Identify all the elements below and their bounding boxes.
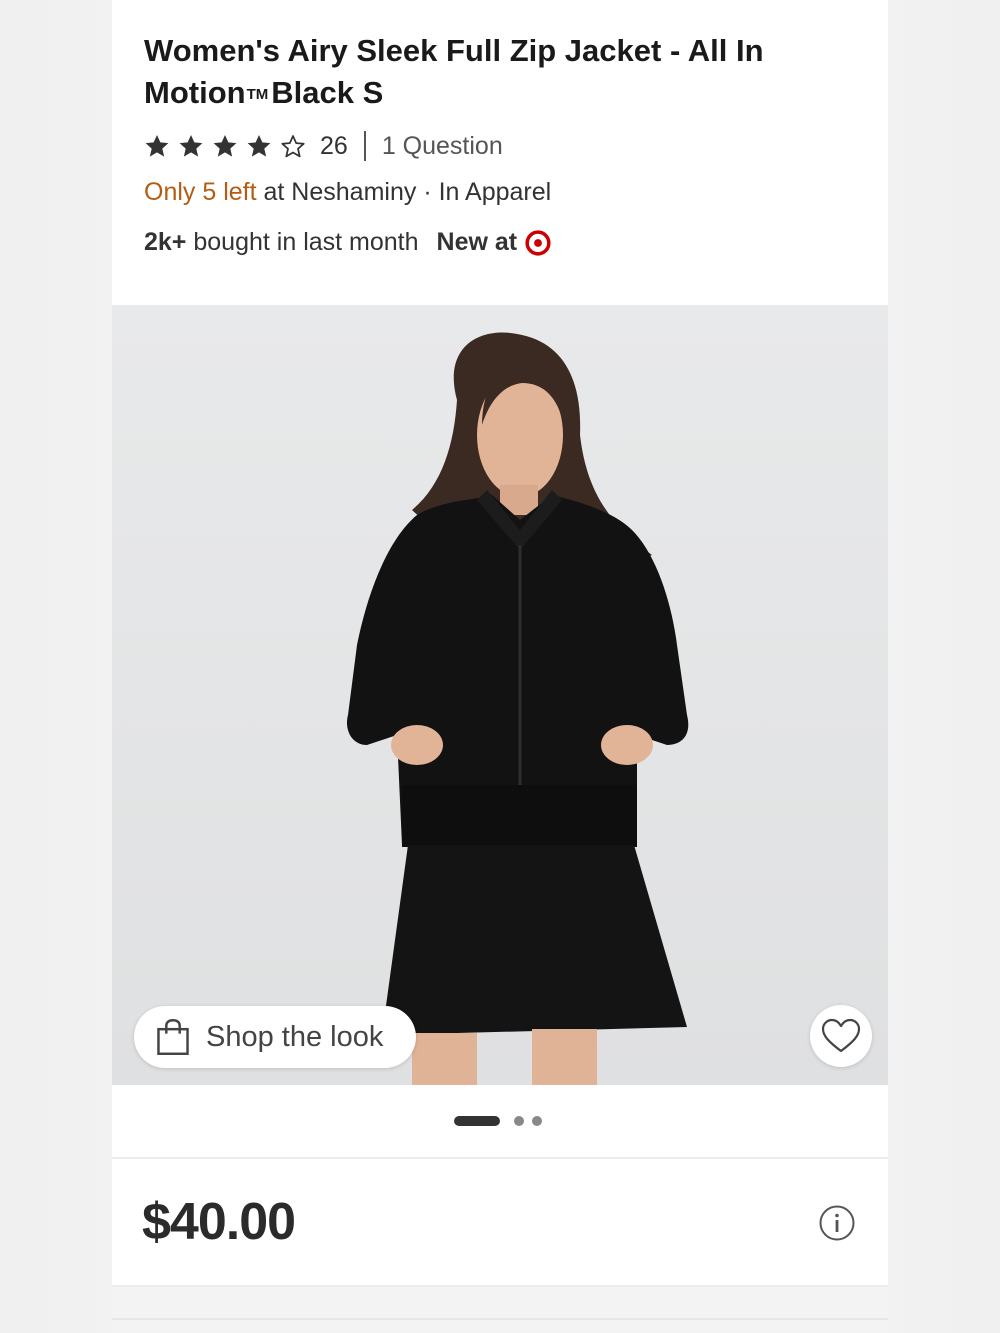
star-filled-icon xyxy=(213,134,237,157)
product-image-carousel[interactable]: Shop the look xyxy=(112,305,888,1085)
next-section-edge xyxy=(112,1287,888,1333)
divider xyxy=(112,1157,888,1159)
product-photo xyxy=(346,332,689,1085)
store-name[interactable]: at Neshaminy xyxy=(264,178,417,206)
star-filled-icon xyxy=(145,134,169,157)
star-filled-icon xyxy=(247,134,271,157)
shop-the-look-label: Shop the look xyxy=(206,1020,384,1053)
rating-divider xyxy=(363,131,366,161)
new-at-label: New at xyxy=(436,228,518,256)
stock-alert: Only 5 left xyxy=(144,178,257,206)
product-panel: Women's Airy Sleek Full Zip Jacket - All… xyxy=(112,0,888,1333)
rating-row[interactable]: 26 1 Question xyxy=(144,130,503,162)
bought-count: 2k+ xyxy=(144,228,187,256)
product-variant: Black S xyxy=(271,75,384,110)
shop-the-look-button[interactable]: Shop the look xyxy=(134,1006,416,1068)
target-logo-icon xyxy=(525,229,551,256)
trademark-symbol: TM xyxy=(246,86,269,103)
product-header: Women's Airy Sleek Full Zip Jacket - All… xyxy=(144,30,864,256)
rating-stars xyxy=(144,133,314,159)
questions-link[interactable]: 1 Question xyxy=(382,132,503,161)
rating-count[interactable]: 26 xyxy=(320,132,348,161)
info-icon[interactable] xyxy=(818,1204,856,1242)
product-price: $40.00 xyxy=(142,1193,296,1251)
stock-row: Only 5 left at Neshaminy · In Apparel xyxy=(144,178,551,207)
bought-text: bought in last month xyxy=(193,228,419,256)
carousel-pagination[interactable] xyxy=(112,1116,888,1126)
divider xyxy=(112,1318,888,1320)
aisle-location: · In Apparel xyxy=(423,178,552,206)
shopping-bag-icon xyxy=(157,1019,189,1055)
carousel-dot[interactable] xyxy=(514,1116,524,1126)
carousel-dot-active[interactable] xyxy=(454,1116,500,1126)
star-filled-icon xyxy=(179,134,203,157)
product-title-main: Women's Airy Sleek Full Zip Jacket - All… xyxy=(144,33,764,110)
heart-icon xyxy=(821,1018,861,1053)
star-empty-icon xyxy=(281,135,305,158)
bought-row: 2k+ bought in last month New at xyxy=(144,228,551,257)
product-title: Women's Airy Sleek Full Zip Jacket - All… xyxy=(144,30,864,116)
carousel-dot[interactable] xyxy=(532,1116,542,1126)
favorite-button[interactable] xyxy=(810,1005,872,1067)
